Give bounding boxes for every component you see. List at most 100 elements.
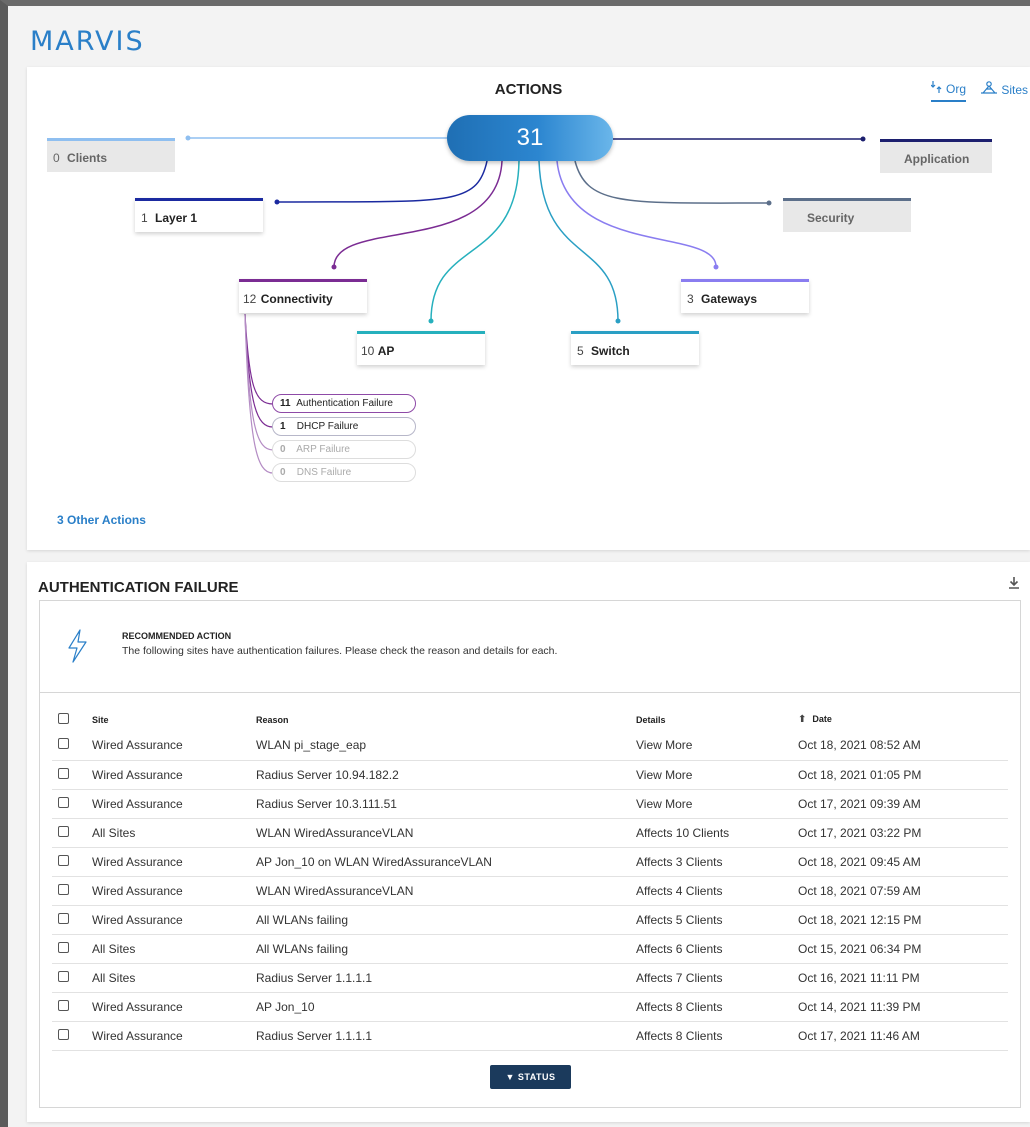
row-reason: WLAN WiredAssuranceVLAN <box>256 876 636 906</box>
node-switch[interactable]: 5 Switch <box>571 331 699 365</box>
actions-title: ACTIONS <box>494 81 563 98</box>
row-select-cell <box>52 876 92 906</box>
row-site: Wired Assurance <box>92 905 256 935</box>
table-row[interactable]: Wired Assurance Radius Server 10.94.182.2… <box>52 760 1008 790</box>
table-row[interactable]: All Sites WLAN WiredAssuranceVLAN Affects … <box>52 818 1008 848</box>
row-checkbox[interactable] <box>58 941 69 953</box>
table-row[interactable]: Wired Assurance AP Jon_10 Affects 8 Client… <box>52 992 1008 1022</box>
node-layer1[interactable]: 1 Layer 1 <box>135 198 263 232</box>
row-checkbox[interactable] <box>58 970 69 982</box>
table-row[interactable]: Wired Assurance WLAN WiredAssuranceVLAN Af… <box>52 876 1008 906</box>
sub-action-count: 11 <box>280 398 291 409</box>
row-date: Oct 16, 2021 11:11 PM <box>798 963 1008 993</box>
node-connectivity-count: 12 <box>243 292 257 306</box>
connector-security <box>574 160 770 204</box>
row-select-cell <box>52 789 92 819</box>
sub-action-count: 1 <box>280 421 286 432</box>
row-checkbox[interactable] <box>58 767 69 779</box>
column-header-site[interactable]: Site <box>92 708 256 731</box>
node-layer1-count: 1 <box>141 211 148 225</box>
app-title: MARVIS <box>30 26 145 57</box>
row-checkbox[interactable] <box>58 825 69 837</box>
row-select-cell <box>52 963 92 993</box>
row-select-cell <box>52 934 92 964</box>
table-row[interactable]: Wired Assurance Radius Server 1.1.1.1 Affe… <box>52 1021 1008 1051</box>
row-site: All Sites <box>92 934 256 964</box>
sites-view-toggle[interactable]: Sites <box>980 81 1028 97</box>
row-date: Oct 18, 2021 08:52 AM <box>798 731 1008 761</box>
sub-action-arp-failure[interactable]: 0 ARP Failure <box>272 440 416 459</box>
row-details[interactable]: View More <box>636 789 798 819</box>
row-details[interactable]: View More <box>636 760 798 790</box>
connector-dot-application <box>860 136 866 142</box>
sites-label: Sites <box>1001 83 1028 97</box>
org-hierarchy-icon <box>930 81 946 96</box>
row-site: Wired Assurance <box>92 760 256 790</box>
recommended-action: RECOMMENDED ACTION The following sites h… <box>40 601 1020 693</box>
node-clients[interactable]: 0 Clients <box>47 138 175 172</box>
column-header-reason[interactable]: Reason <box>256 708 636 731</box>
row-site: Wired Assurance <box>92 992 256 1022</box>
node-ap[interactable]: 10 AP <box>357 331 485 365</box>
row-details[interactable]: View More <box>636 731 798 761</box>
sub-action-label: DNS Failure <box>296 467 352 478</box>
row-select-cell <box>52 847 92 877</box>
row-date: Oct 17, 2021 03:22 PM <box>798 818 1008 848</box>
connector-dot-ap <box>428 318 434 324</box>
table-row[interactable]: Wired Assurance All WLANs failing Affects … <box>52 905 1008 935</box>
row-site: Wired Assurance <box>92 876 256 906</box>
connector-switch <box>538 160 619 322</box>
row-site: All Sites <box>92 818 256 848</box>
column-header-date[interactable]: ⬆︎ Date <box>798 708 1008 731</box>
row-details: Affects 10 Clients <box>636 818 798 848</box>
node-layer1-label: Layer 1 <box>155 211 198 225</box>
node-gateways-count: 3 <box>687 292 694 306</box>
node-ap-label: AP <box>377 344 395 358</box>
table-row[interactable]: All Sites All WLANs failing Affects 6 Clie… <box>52 934 1008 964</box>
sub-action-dhcp-failure[interactable]: 1 DHCP Failure <box>272 417 416 436</box>
row-date: Oct 14, 2021 11:39 PM <box>798 992 1008 1022</box>
other-actions-link[interactable]: 3 Other Actions <box>57 513 146 527</box>
node-gateways[interactable]: 3 Gateways <box>681 279 809 313</box>
node-security[interactable]: Security <box>783 198 911 232</box>
sub-action-dns-failure[interactable]: 0 DNS Failure <box>272 463 416 482</box>
node-gateways-label: Gateways <box>701 292 758 306</box>
row-reason: AP Jon_10 on WLAN WiredAssuranceVLAN <box>256 847 636 877</box>
row-checkbox[interactable] <box>58 854 69 866</box>
connector-sub-arp <box>244 313 274 451</box>
table-row[interactable]: Wired Assurance WLAN pi_stage_eap View Mor… <box>52 731 1008 761</box>
sub-action-authentication-failure[interactable]: 11 Authentication Failure <box>272 394 416 413</box>
sort-ascending-icon[interactable]: ⬆︎ <box>798 714 806 725</box>
table-row[interactable]: Wired Assurance Radius Server 10.3.111.51… <box>52 789 1008 819</box>
recommended-action-text: The following sites have authentication … <box>122 645 558 657</box>
row-checkbox[interactable] <box>58 999 69 1011</box>
row-checkbox[interactable] <box>58 912 69 924</box>
auth-failure-table: Site Reason Details ⬆︎ Date Wired Assuran… <box>52 708 1008 1051</box>
row-reason: WLAN pi_stage_eap <box>256 731 636 761</box>
row-reason: WLAN WiredAssuranceVLAN <box>256 818 636 848</box>
row-checkbox[interactable] <box>58 738 69 750</box>
row-checkbox[interactable] <box>58 883 69 895</box>
row-checkbox[interactable] <box>58 796 69 808</box>
auth-failure-title: AUTHENTICATION FAILURE <box>38 579 239 596</box>
row-checkbox[interactable] <box>58 1028 69 1040</box>
column-header-details[interactable]: Details <box>636 708 798 731</box>
sub-action-count: 0 <box>280 444 286 455</box>
node-ap-count: 10 <box>361 344 375 358</box>
table-row[interactable]: All Sites Radius Server 1.1.1.1 Affects 7 … <box>52 963 1008 993</box>
node-application[interactable]: Application <box>880 139 992 173</box>
org-view-toggle[interactable]: Org <box>930 81 966 102</box>
node-connectivity[interactable]: 12 Connectivity <box>239 279 367 313</box>
download-icon[interactable] <box>1008 576 1020 594</box>
row-details: Affects 8 Clients <box>636 1021 798 1051</box>
status-button[interactable]: ▼ STATUS <box>490 1065 571 1089</box>
total-actions-pill[interactable]: 31 <box>447 115 613 161</box>
connector-sub-dhcp <box>244 313 274 428</box>
sub-action-label: Authentication Failure <box>296 398 393 409</box>
actions-panel: ACTIONS Org Sites 31 0 Clients Applicati… <box>27 67 1030 550</box>
select-all-checkbox[interactable] <box>58 713 69 724</box>
table-row[interactable]: Wired Assurance AP Jon_10 on WLAN WiredAs… <box>52 847 1008 877</box>
row-reason: Radius Server 10.3.111.51 <box>256 789 636 819</box>
node-clients-count: 0 <box>53 151 60 165</box>
row-site: Wired Assurance <box>92 731 256 761</box>
